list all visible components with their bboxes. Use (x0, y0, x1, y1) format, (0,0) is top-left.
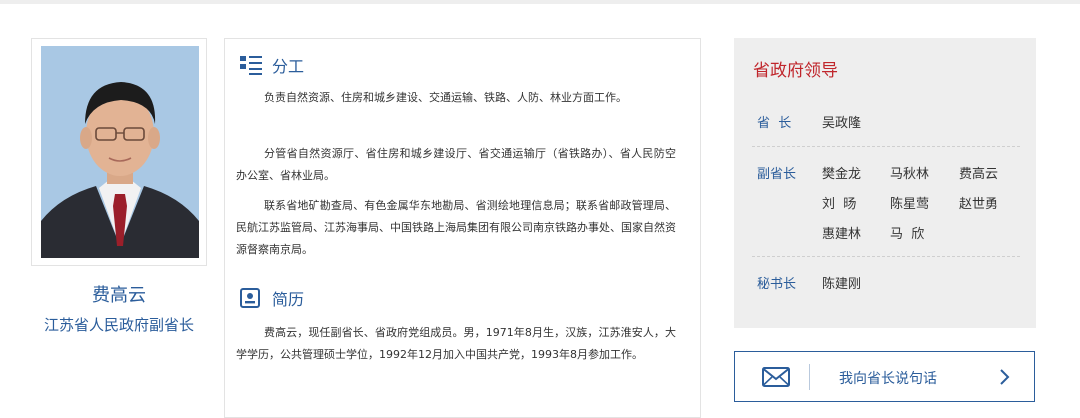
vice-governor-name-link[interactable]: 马秋林 (890, 163, 929, 182)
vice-governor-name-link[interactable]: 陈星莺 (890, 193, 929, 212)
duties-paragraph-1: 负责自然资源、住房和城乡建设、交通运输、铁路、人防、林业方面工作。 (264, 91, 627, 104)
message-governor-button[interactable]: 我向省长说句话 (734, 351, 1035, 402)
list-icon (240, 54, 262, 76)
chevron-right-icon (998, 368, 1010, 390)
profile-card-icon (240, 287, 262, 309)
governor-label: 省 长 (757, 116, 792, 131)
duties-paragraph-3: 联系省地矿勘查局、有色金属华东地勘局、省测绘地理信息局；联系省邮政管理局、民航江… (236, 199, 676, 256)
governor-name-link[interactable]: 吴政隆 (822, 112, 861, 131)
info-panel: 分工 负责自然资源、住房和城乡建设、交通运输、铁路、人防、林业方面工作。 分管省… (224, 38, 701, 418)
profile-title: 江苏省人民政府副省长 (43, 316, 194, 334)
top-divider-bar (0, 0, 1080, 4)
secretary-general-label: 秘书长 (757, 277, 797, 292)
message-governor-label: 我向省长说句话 (839, 371, 937, 387)
vice-governor-name-link[interactable]: 惠建林 (822, 223, 861, 242)
vice-governor-name-link[interactable]: 费高云 (959, 163, 998, 182)
profile-photo (41, 46, 199, 258)
resume-paragraph: 费高云，现任副省长、省政府党组成员。男，1971年8月生，汉族，江苏淮安人，大学… (236, 326, 676, 361)
vice-governor-name-link[interactable]: 樊金龙 (822, 163, 861, 182)
vice-governor-name-link[interactable]: 马 欣 (890, 223, 924, 242)
profile-name: 费高云 (92, 285, 146, 306)
secretary-general-name-link[interactable]: 陈建刚 (822, 273, 861, 292)
resume-heading: 简历 (272, 290, 305, 309)
resume-section-header: 简历 (240, 286, 304, 310)
duties-paragraph-2: 分管省自然资源厅、省住房和城乡建设厅、省交通运输厅（省铁路办）、省人民防空办公室… (236, 147, 676, 182)
divider (752, 146, 1020, 147)
duties-heading: 分工 (272, 57, 305, 76)
leaders-box: 省政府领导 省 长 吴政隆 副省长 樊金龙 马秋林 费高云 刘 旸 陈星莺 赵世… (734, 38, 1036, 328)
envelope-icon (762, 367, 790, 391)
profile-photo-card (31, 38, 207, 266)
vice-governor-name-link[interactable]: 赵世勇 (959, 193, 998, 212)
divider (752, 256, 1020, 257)
duties-section-header: 分工 (240, 53, 304, 77)
leaders-title: 省政府领导 (753, 61, 838, 81)
vice-governor-name-link[interactable]: 刘 旸 (822, 193, 856, 212)
button-separator (809, 364, 810, 390)
vice-governor-label: 副省长 (757, 167, 797, 182)
